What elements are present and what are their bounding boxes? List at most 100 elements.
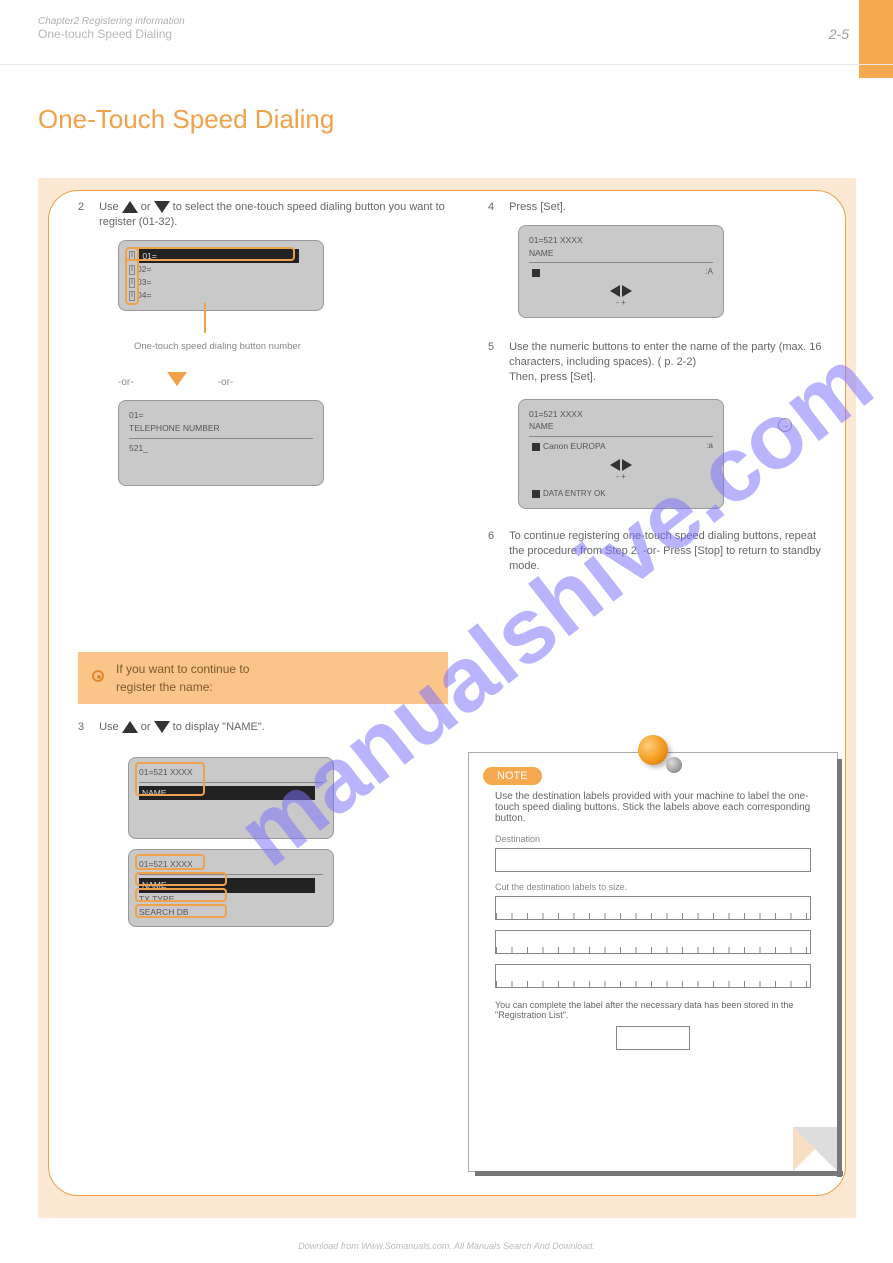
page-number: 2-5 (829, 26, 849, 42)
lcd-screen-3b: 01=521 XXXX NAME TX TYPE SEARCH DB (128, 849, 334, 927)
lcd-row: 03= (137, 277, 151, 287)
subsection-line-2: register the name: (116, 680, 213, 694)
step-text: Use the numeric buttons to enter the nam… (509, 340, 823, 385)
step-number: 4 (488, 200, 506, 215)
lr-hint (529, 285, 713, 297)
bullet-icon (92, 670, 104, 682)
down-arrow-icon (167, 372, 187, 386)
lcd-row: 01=521 XXXX (529, 408, 713, 421)
or-row: -or- -or- (118, 372, 448, 391)
lcd-screen-3a: 01=521 XXXX NAME (128, 757, 334, 840)
left-column-2: 3 Use or to display "NAME". 01=521 XXXX … (78, 720, 448, 927)
cursor-icon (532, 490, 540, 498)
mode-hint: :a (706, 440, 713, 452)
edge-tab (859, 0, 893, 78)
lcd-row: 04= (137, 290, 151, 300)
lcd-row: SEARCH DB (139, 906, 323, 919)
left-arrow-icon (610, 459, 620, 471)
step-number: 3 (78, 720, 96, 735)
lcd-footer: DATA ENTRY OK (543, 489, 606, 498)
content: 2 Use or to select the one-touch speed d… (48, 190, 846, 1196)
marker-icon: I (129, 291, 135, 301)
right-arrow-icon (622, 285, 632, 297)
card-shadow (837, 759, 842, 1177)
t: to display "NAME". (173, 721, 265, 733)
header-title: One-touch Speed Dialing (38, 27, 849, 41)
field-label: Destination (495, 834, 811, 844)
card-shadow (475, 1171, 843, 1176)
step-text: Use or to select the one-touch speed dia… (99, 200, 445, 230)
step-text: Use or to display "NAME". (99, 720, 445, 735)
lcd-row: 01=521 XXXX (529, 234, 713, 247)
step-text: To continue registering one-touch speed … (509, 529, 823, 574)
down-arrow-icon (154, 201, 170, 213)
t: Use (99, 721, 122, 733)
page-footer: Download from Www.Somanuals.com. All Man… (0, 1241, 893, 1251)
destination-strip (495, 896, 811, 920)
t: Then, press [Set]. (509, 371, 596, 383)
marker-icon: I (129, 278, 135, 288)
step-number: 6 (488, 529, 506, 544)
step-3: 3 Use or to display "NAME". (78, 720, 448, 735)
marker-icon: I (129, 265, 135, 275)
destination-strip (495, 964, 811, 988)
lcd-screen-5: 01=521 XXXX NAME Canon EUROPA :a - + DATA… (518, 399, 724, 509)
note-body: Use the destination labels provided with… (469, 791, 837, 1066)
t: Use (99, 201, 122, 213)
step-4: 4 Press [Set]. (488, 200, 826, 215)
lcd-row: NAME (529, 247, 713, 260)
right-column: 4 Press [Set]. 01=521 XXXX NAME :A - + 5… (488, 200, 826, 584)
cursor-icon (532, 443, 540, 451)
page-fold-icon (793, 1127, 837, 1171)
label-sample-box (616, 1026, 690, 1050)
mode-hint: :A (705, 266, 713, 278)
step-number: 5 (488, 340, 506, 355)
cursor-icon (532, 269, 540, 277)
lcd-screen-4: 01=521 XXXX NAME :A - + (518, 225, 724, 318)
lcd-row: 01= (129, 409, 313, 422)
subsection-line-1: If you want to continue to (116, 662, 249, 676)
lr-hint (529, 459, 713, 471)
lcd-screen-2: 01= TELEPHONE NUMBER 521_ (118, 400, 324, 485)
chapter-heading: One-Touch Speed Dialing (38, 104, 334, 135)
step-number: 2 (78, 200, 96, 215)
note-card: NOTE Use the destination labels provided… (468, 752, 838, 1172)
header-rule (0, 64, 893, 65)
lcd-row: 02= (137, 264, 151, 274)
subsection-heading: If you want to continue to register the … (78, 652, 448, 704)
up-arrow-icon (122, 201, 138, 213)
crossref-icon: → (778, 418, 792, 432)
note-badge: NOTE (483, 767, 542, 785)
lcd-value: 521_ (129, 442, 313, 455)
lcd-heading: 01=521 XXXX (139, 766, 323, 779)
field-label: Cut the destination labels to size. (495, 882, 811, 892)
down-arrow-icon (154, 721, 170, 733)
step-6: 6 To continue registering one-touch spee… (488, 529, 826, 574)
step-text: Press [Set]. (509, 200, 823, 215)
crossref: p. 2-2) (664, 356, 696, 368)
marker-icon: I (129, 251, 135, 261)
lcd-screen-1: I 01= I02= I03= I04= (118, 240, 324, 311)
step-5: 5 Use the numeric buttons to enter the n… (488, 340, 826, 385)
lcd-selected-row: 01= (139, 249, 299, 264)
destination-field (495, 848, 811, 872)
lr-label: - + (529, 297, 713, 309)
step-2: 2 Use or to select the one-touch speed d… (78, 200, 448, 230)
lcd-row: TX TYPE (139, 893, 323, 906)
callout-connector (204, 303, 206, 333)
pushpin-icon (638, 735, 668, 765)
t: or (141, 721, 154, 733)
left-arrow-icon (610, 285, 620, 297)
note-lead: Use the destination labels provided with… (495, 791, 811, 824)
t: or (141, 201, 154, 213)
note-footer-text: You can complete the label after the nec… (495, 1000, 811, 1020)
header-pretitle: Chapter2 Registering information (38, 16, 849, 27)
page-header: Chapter2 Registering information One-tou… (38, 16, 849, 41)
lcd-row: NAME (529, 420, 713, 433)
left-column: 2 Use or to select the one-touch speed d… (78, 190, 448, 486)
lr-label: - + (529, 471, 713, 483)
destination-strip (495, 930, 811, 954)
lcd-selected-row: NAME (139, 878, 315, 893)
lcd-value: Canon EUROPA (543, 441, 606, 451)
lcd-heading: 01=521 XXXX (139, 858, 323, 871)
